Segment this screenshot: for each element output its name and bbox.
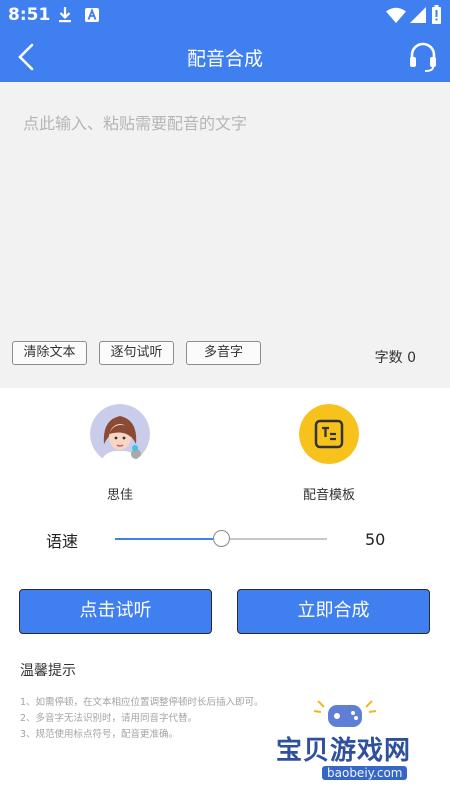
text-input-area[interactable]: 点此输入、粘贴需要配音的文字 清除文本 逐句试听 多音字 字数 0 [0, 82, 450, 388]
watermark-url: baobeiy.com [322, 766, 408, 780]
page-title: 配音合成 [186, 48, 263, 70]
signal-icon [410, 7, 426, 23]
speed-label: 语速 [46, 532, 79, 551]
polyphone-button[interactable]: 多音字 [186, 341, 261, 365]
tips-title: 温馨提示 [20, 663, 76, 679]
speed-slider-thumb[interactable] [213, 530, 230, 547]
clear-text-button[interactable]: 清除文本 [12, 341, 87, 365]
speed-slider[interactable] [115, 530, 327, 547]
battery-icon [432, 5, 441, 24]
tip-item: 2、多音字无法识别时，请用同音字代替。 [20, 713, 198, 724]
app-notification-icon [85, 8, 99, 22]
preview-button[interactable]: 点击试听 [19, 589, 212, 634]
sentence-preview-button[interactable]: 逐句试听 [99, 341, 174, 365]
speed-slider-fill [115, 538, 221, 540]
text-placeholder: 点此输入、粘贴需要配音的文字 [23, 114, 248, 133]
gamepad-logo-icon [313, 700, 377, 727]
synthesize-button[interactable]: 立即合成 [237, 589, 430, 634]
watermark: 宝贝游戏网 baobeiy.com [270, 695, 445, 800]
download-icon [59, 7, 71, 23]
template-icon [299, 404, 359, 464]
app-bar: 配音合成 [0, 32, 450, 82]
word-count: 字数 0 [374, 350, 416, 366]
status-bar: 8:51 [0, 0, 450, 32]
avatar [90, 404, 150, 464]
tips-list: 1、如需停顿，在文本相应位置调整停顿时长后插入即可。 2、多音字无法识别时，请用… [20, 695, 264, 743]
headset-icon[interactable] [408, 41, 438, 73]
status-time: 8:51 [8, 5, 51, 25]
voice-label-template: 配音模板 [302, 488, 355, 503]
watermark-text: 宝贝游戏网 [276, 736, 412, 766]
tip-item: 1、如需停顿，在文本相应位置调整停顿时长后插入即可。 [20, 697, 264, 708]
voice-selector-sijia[interactable]: 思佳 [80, 404, 160, 503]
speed-value: 50 [365, 530, 386, 549]
voice-label-sijia: 思佳 [106, 488, 133, 503]
wifi-icon [386, 7, 406, 23]
tip-item: 3、规范使用标点符号，配音更准确。 [20, 729, 179, 740]
voice-template-button[interactable]: 配音模板 [289, 404, 369, 503]
